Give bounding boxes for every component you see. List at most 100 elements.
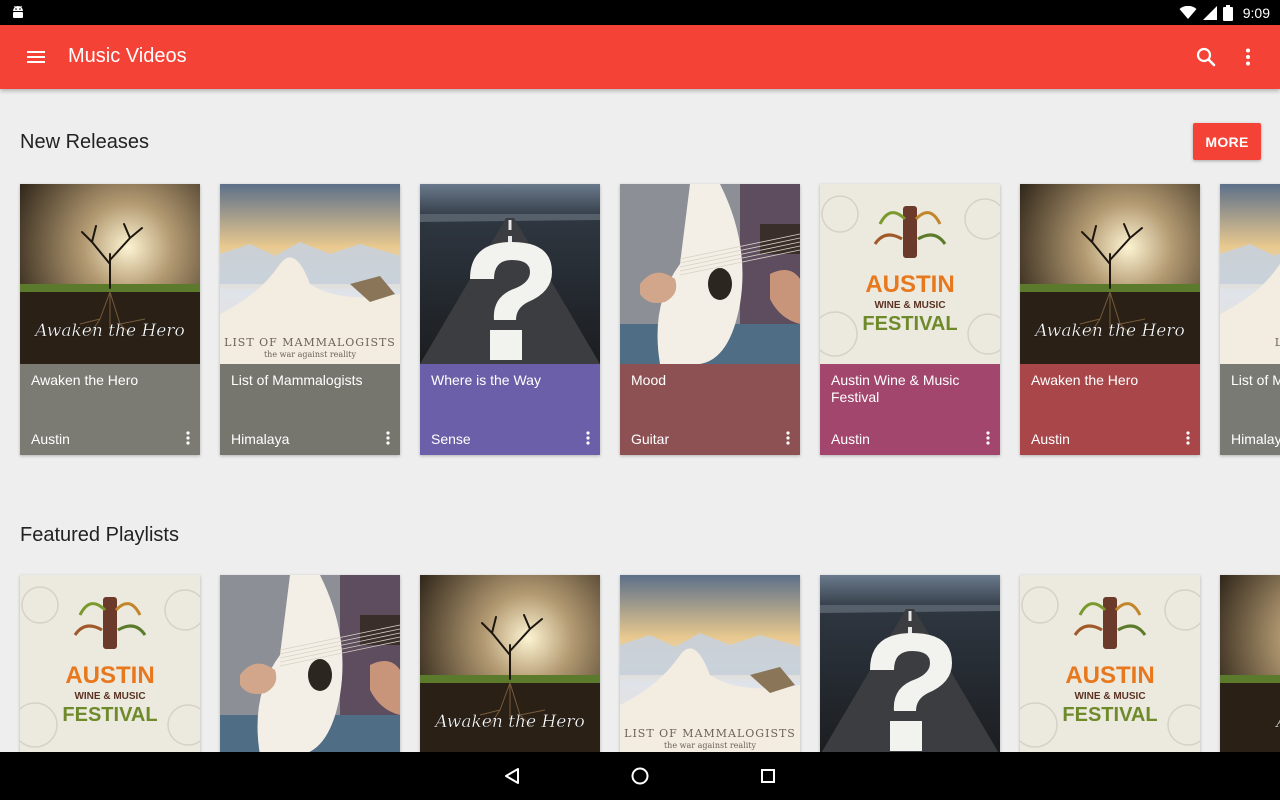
card-artwork[interactable]	[820, 575, 1000, 755]
card-info: List of Mammalogists Himalaya	[220, 364, 400, 455]
art-title: LIST OF M	[1275, 336, 1280, 349]
card-artwork[interactable]	[220, 575, 400, 755]
card-artwork[interactable]: Awaken the Hero	[20, 184, 200, 364]
card-overflow-button[interactable]	[380, 426, 396, 450]
card-artwork[interactable]: Awaken the Hero	[420, 575, 600, 755]
media-card[interactable]: AUSTIN WINE & MUSIC FESTIVAL	[1020, 575, 1200, 755]
artwork-image: AUSTIN WINE & MUSIC FESTIVAL	[1020, 575, 1200, 755]
media-card[interactable]	[820, 575, 1000, 755]
artwork-image: AUSTIN WINE & MUSIC FESTIVAL	[820, 184, 1000, 364]
screen: 9:09 Music Videos New Releases MORE Awak…	[0, 0, 1280, 800]
overflow-icon	[1186, 431, 1190, 445]
card-info: Where is the Way Sense	[420, 364, 600, 455]
card-title: Austin Wine & Music Festival	[831, 372, 960, 405]
android-icon	[13, 5, 23, 18]
artwork-image: Awaken the Hero	[20, 184, 200, 364]
artwork-image: Awaken the Hero	[420, 575, 600, 755]
art-mid: WINE & MUSIC	[1074, 691, 1145, 702]
battery-icon	[1222, 5, 1233, 21]
card-artwork[interactable]: LIST OF MAMMALOGISTS the war against real…	[220, 184, 400, 364]
status-bar: 9:09	[0, 0, 1280, 25]
card-info: Awaken the Hero Austin	[1020, 364, 1200, 455]
artwork-image: AUSTIN WINE & MUSIC FESTIVAL	[20, 575, 200, 755]
artwork-image: LIST OF MAMMALOGISTSthe war against real…	[620, 575, 800, 755]
card-subtitle: Guitar	[631, 431, 670, 447]
card-title: Awaken the Hero	[31, 372, 139, 388]
artwork-image: LIST OF MAMMALOGISTSthe war against real…	[220, 184, 400, 364]
art-bottom: FESTIVAL	[862, 313, 957, 335]
media-card[interactable]: AUSTIN WINE & MUSIC FESTIVAL	[20, 575, 200, 755]
art-title: AUSTIN	[865, 271, 954, 298]
art-bottom: FESTIVAL	[1062, 704, 1157, 726]
media-card[interactable]: Awaken the Hero Awaken the Hero Austin	[20, 184, 200, 455]
overflow-icon	[986, 431, 990, 445]
back-icon	[505, 768, 519, 784]
page-title: Music Videos	[68, 45, 187, 67]
card-subtitle: Himalaya	[231, 431, 290, 447]
card-artwork[interactable]	[620, 184, 800, 364]
media-card[interactable]: Where is the Way Sense	[420, 184, 600, 455]
wifi-icon	[1179, 6, 1197, 19]
media-card[interactable]: Mood Guitar	[620, 184, 800, 455]
art-subtitle: the war against reality	[664, 741, 757, 750]
art-title: Awaken the Hero	[33, 321, 184, 341]
home-icon	[631, 767, 649, 785]
card-artwork[interactable]: AUSTIN WINE & MUSIC FESTIVAL	[1020, 575, 1200, 755]
card-overflow-button[interactable]	[180, 426, 196, 450]
artwork-image: LIST OF Mthe	[1220, 184, 1280, 364]
section-title-featured-playlists: Featured Playlists	[20, 524, 179, 546]
card-overflow-button[interactable]	[1180, 426, 1196, 450]
card-artwork[interactable]	[420, 184, 600, 364]
more-button[interactable]: MORE	[1193, 123, 1261, 160]
search-button[interactable]	[1188, 37, 1224, 77]
media-card[interactable]	[220, 575, 400, 755]
back-button[interactable]	[496, 762, 528, 790]
recents-icon	[761, 769, 775, 783]
card-overflow-button[interactable]	[980, 426, 996, 450]
card-title: Mood	[631, 372, 667, 388]
art-mid: WINE & MUSIC	[874, 300, 945, 311]
overflow-icon	[786, 431, 790, 445]
signal-icon	[1202, 6, 1217, 20]
card-artwork[interactable]: Awaken	[1220, 575, 1280, 755]
overflow-icon	[586, 431, 590, 445]
card-artwork[interactable]: AUSTIN WINE & MUSIC FESTIVAL	[820, 184, 1000, 364]
navigation-bar	[0, 752, 1280, 800]
art-title: Awaken the Hero	[433, 712, 584, 732]
card-overflow-button[interactable]	[780, 426, 796, 450]
art-bottom: FESTIVAL	[62, 704, 157, 726]
card-artwork[interactable]: LIST OF MAMMALOGISTS the war against real…	[620, 575, 800, 755]
art-title: Awaken the Hero	[1033, 321, 1184, 341]
media-card[interactable]: LIST OF MAMMALOGISTS the war against real…	[220, 184, 400, 455]
overflow-icon	[186, 431, 190, 445]
menu-button[interactable]	[14, 37, 58, 77]
media-card[interactable]: LIST OF MAMMALOGISTS the war against real…	[620, 575, 800, 755]
art-title: LIST OF MAMMALOGISTS	[224, 336, 396, 349]
overflow-menu-button[interactable]	[1232, 37, 1264, 77]
card-artwork[interactable]: Awaken the Hero	[1020, 184, 1200, 364]
overflow-icon	[386, 431, 390, 445]
card-subtitle: Sense	[431, 431, 471, 447]
artwork-image	[420, 184, 600, 364]
card-title: List of M	[1231, 372, 1280, 388]
artwork-image: Awaken	[1220, 575, 1280, 755]
media-card[interactable]: AUSTIN WINE & MUSIC FESTIVAL Austin Wine & …	[820, 184, 1000, 455]
card-info: Awaken the Hero Austin	[20, 364, 200, 455]
art-subtitle: the war against reality	[264, 350, 357, 359]
recents-button[interactable]	[752, 762, 784, 790]
menu-icon	[27, 51, 45, 63]
art-title: LIST OF MAMMALOGISTS	[624, 727, 796, 740]
card-artwork[interactable]: LIST OF Mthe	[1220, 184, 1280, 364]
media-card[interactable]: Awaken the Hero Awaken the Hero Austin	[1020, 184, 1200, 455]
card-subtitle: Austin	[831, 431, 870, 447]
overflow-icon	[1246, 48, 1250, 66]
media-card[interactable]: LIST OF Mthe List of M Himalay	[1220, 184, 1280, 455]
artwork-image	[220, 575, 400, 755]
home-button[interactable]	[624, 762, 656, 790]
media-card[interactable]: Awaken	[1220, 575, 1280, 755]
art-title: AUSTIN	[1065, 662, 1154, 689]
card-overflow-button[interactable]	[580, 426, 596, 450]
media-card[interactable]: Awaken the Hero	[420, 575, 600, 755]
card-title: Where is the Way	[431, 372, 541, 388]
card-artwork[interactable]: AUSTIN WINE & MUSIC FESTIVAL	[20, 575, 200, 755]
